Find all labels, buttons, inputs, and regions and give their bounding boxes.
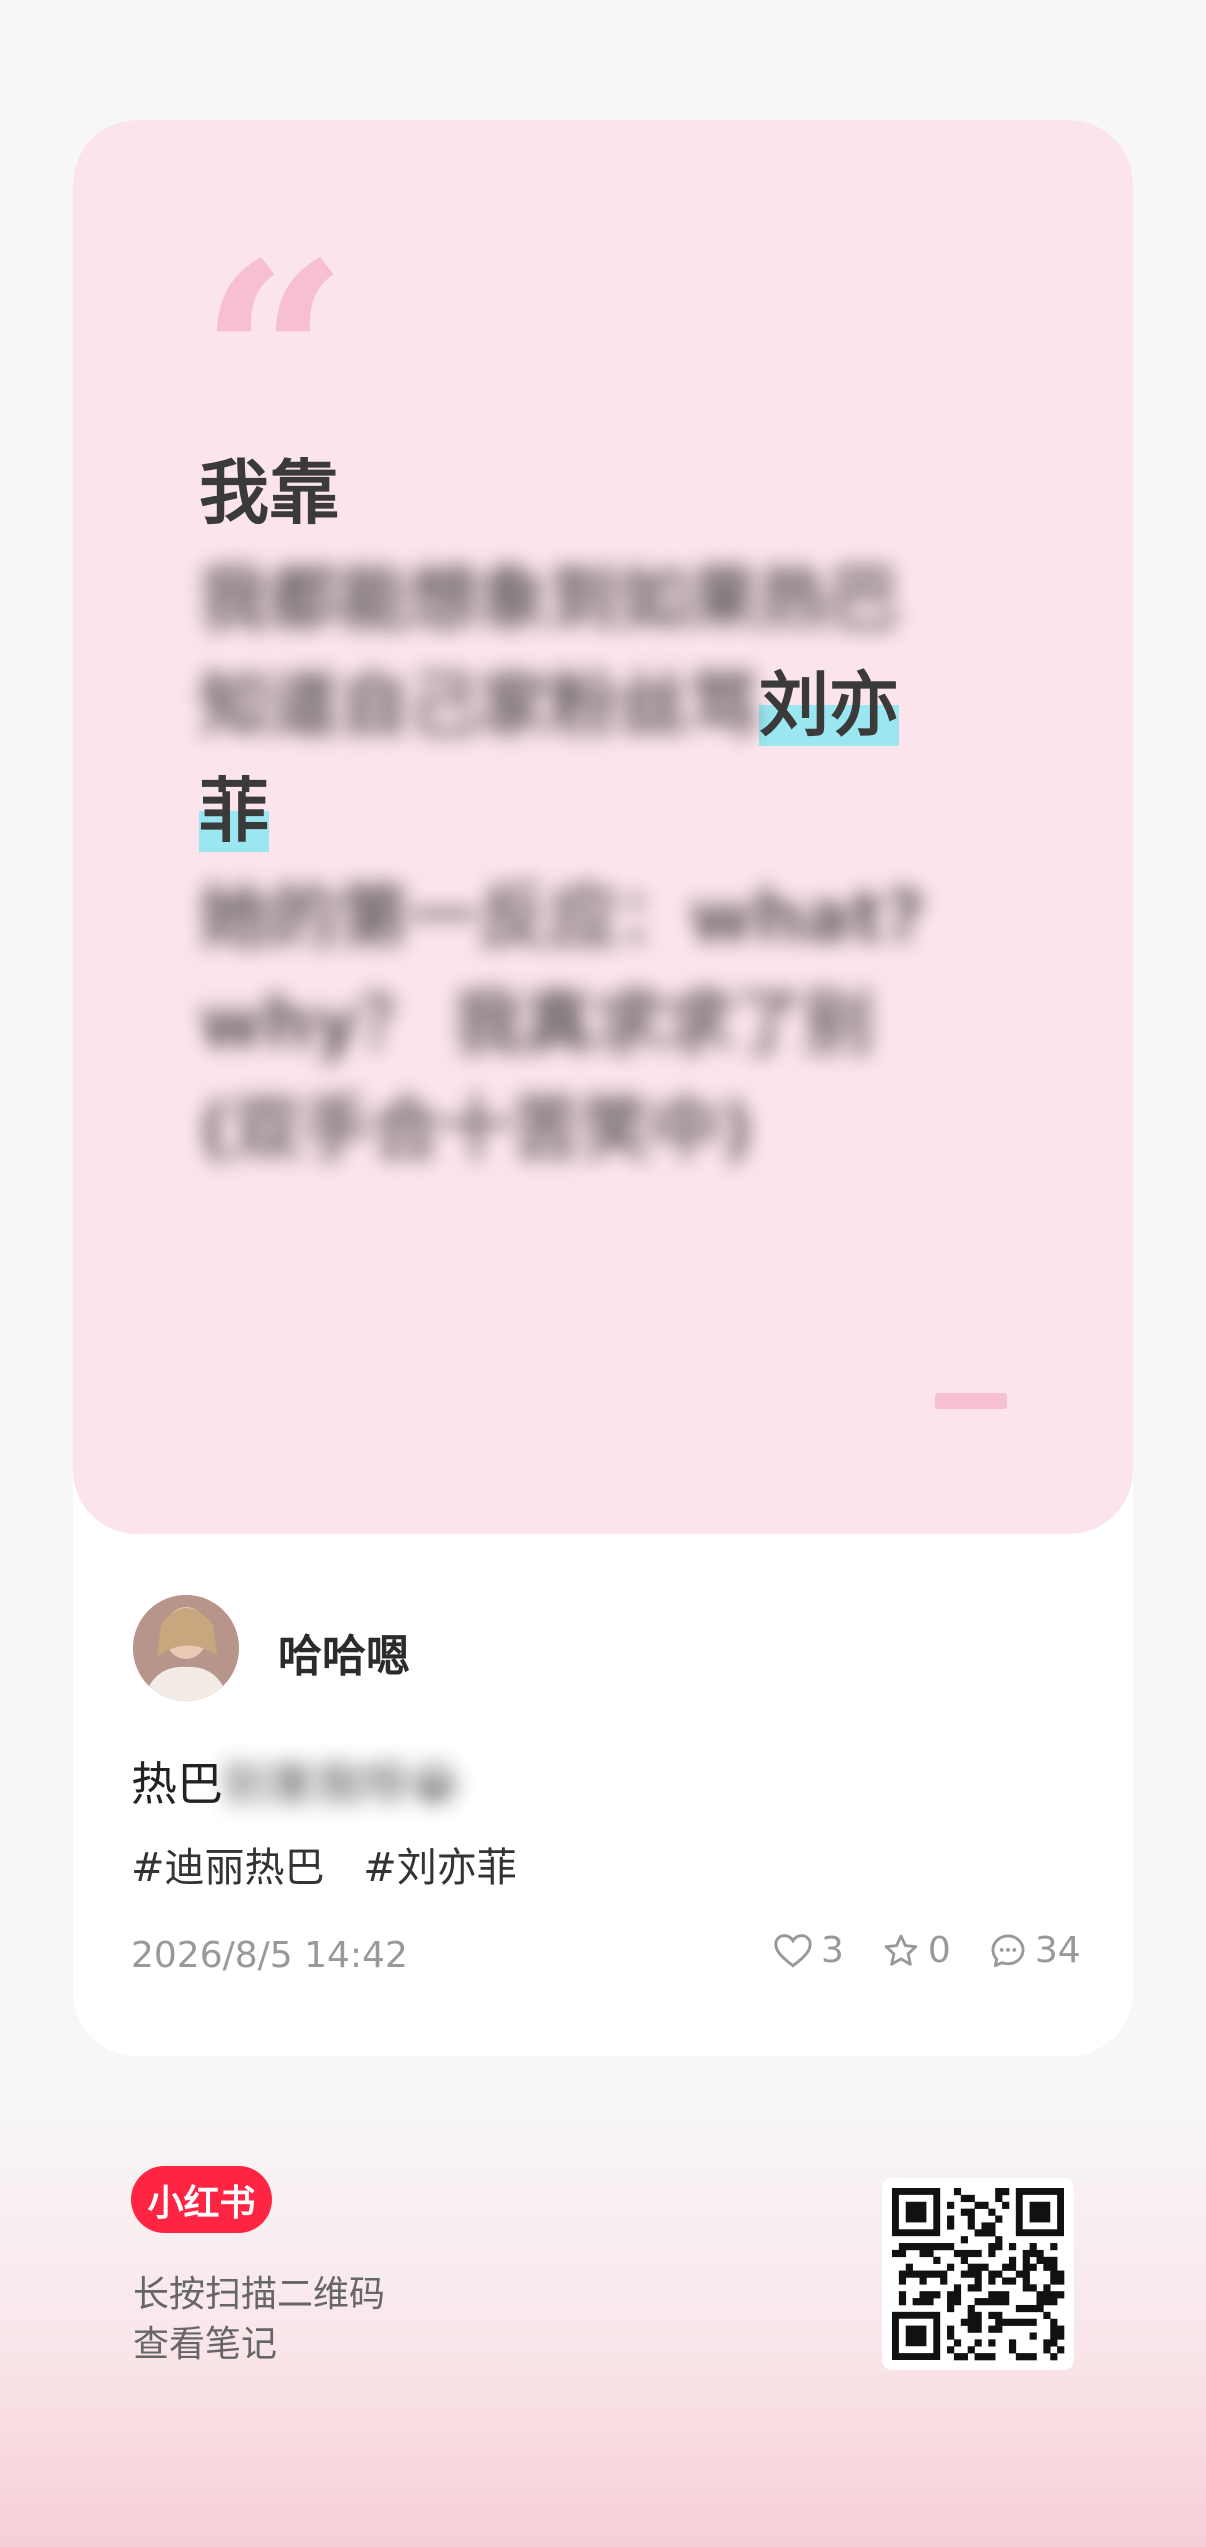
scan-hint: 长按扫描二维码 查看笔记 [133, 2270, 385, 2370]
avatar[interactable] [133, 1595, 239, 1701]
tag-dilireba[interactable]: #迪丽热巴 [131, 1845, 325, 1891]
quote-line-4-highlight: 菲 [199, 770, 269, 852]
qr-code[interactable] [882, 2178, 1074, 2370]
comment-icon [991, 1934, 1025, 1967]
note-stats: 3 0 34 [773, 1930, 1081, 1971]
comments-count: 34 [1034, 1930, 1081, 1971]
comments-stat[interactable]: 34 [989, 1930, 1081, 1971]
xiaohongshu-logo: 小红书 [131, 2166, 272, 2233]
scan-hint-line1: 长按扫描二维码 [133, 2274, 386, 2315]
quote-line-7: (双手合十苦笑中) [199, 1088, 753, 1170]
note-tags: #迪丽热巴 #刘亦菲 [131, 1835, 543, 1893]
favorites-stat[interactable]: 0 [882, 1930, 951, 1971]
quote-mark-icon: “ [199, 230, 349, 360]
quote-line-2: 我都能想象到如果热巴 [199, 558, 899, 640]
tag-liuyifei[interactable]: #刘亦菲 [363, 1845, 517, 1891]
note-title-visible: 热巴 [131, 1757, 223, 1811]
quote-end-dash [935, 1393, 1007, 1409]
quote-text: 我靠 我都能想象到如果热巴 知道自己家粉丝骂刘亦 菲 她的第一反应：what? … [199, 440, 999, 1182]
quote-line-6: why？ 我真求求了别 [199, 982, 874, 1064]
scan-hint-line2: 查看笔记 [133, 2324, 278, 2365]
note-card: “ 我靠 我都能想象到如果热巴 知道自己家粉丝骂刘亦 菲 她的第一反应：what… [73, 120, 1133, 2056]
quote-panel: “ 我靠 我都能想象到如果热巴 知道自己家粉丝骂刘亦 菲 她的第一反应：what… [73, 120, 1133, 1534]
quote-line-3: 知道自己家粉丝骂刘亦 [199, 652, 999, 758]
avatar-image [133, 1595, 239, 1701]
note-title-blurred: 别害我呀😭 [223, 1757, 461, 1811]
note-date: 2026/8/5 14:42 [131, 1935, 408, 1976]
quote-line-5: 她的第一反应：what? [199, 876, 925, 958]
quote-line-3-blurred: 知道自己家粉丝骂 [199, 664, 759, 746]
likes-count: 3 [821, 1930, 844, 1971]
star-icon [884, 1934, 918, 1966]
quote-line-3-highlight: 刘亦 [759, 664, 899, 746]
author-name[interactable]: 哈哈嗯 [278, 1620, 410, 1684]
quote-line-1: 我靠 [199, 452, 339, 534]
quote-line-4: 菲 [199, 758, 999, 864]
qr-code-image [892, 2188, 1065, 2361]
heart-icon [774, 1933, 812, 1968]
note-title: 热巴别害我呀😭 [131, 1748, 461, 1814]
favorites-count: 0 [927, 1930, 951, 1971]
likes-stat[interactable]: 3 [773, 1930, 844, 1971]
